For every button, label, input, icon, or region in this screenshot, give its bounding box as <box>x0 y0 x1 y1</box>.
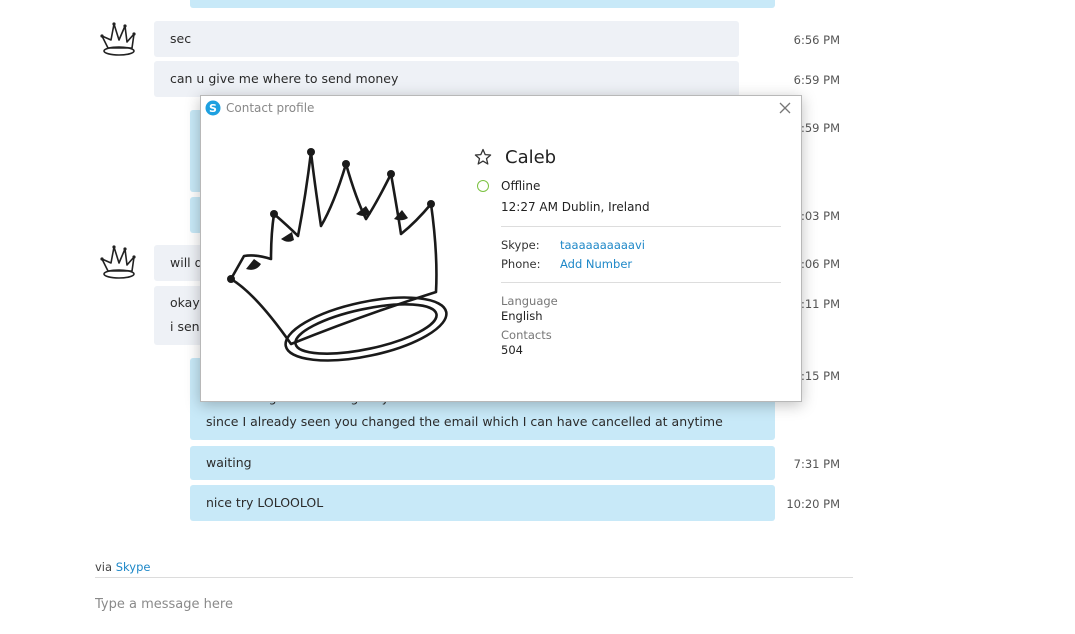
skype-label: Skype: <box>501 238 540 252</box>
divider <box>501 282 781 283</box>
skype-logo-icon: S <box>205 100 221 116</box>
message-text: sec <box>170 31 192 46</box>
crown-avatar-icon <box>100 245 136 279</box>
contact-profile-dialog: S Contact profile Caleb Offline 12:27 AM… <box>200 95 802 402</box>
language-label: Language <box>501 294 558 308</box>
message-text: waiting <box>206 455 252 470</box>
phone-label: Phone: <box>501 257 541 271</box>
status-dot-icon <box>477 180 489 192</box>
message-text: okay <box>170 295 200 310</box>
via-skype-label: via Skype <box>95 560 150 574</box>
outgoing-message: waiting <box>190 446 775 480</box>
skype-link[interactable]: Skype <box>116 560 151 574</box>
message-input[interactable] <box>95 590 795 618</box>
add-number-link[interactable]: Add Number <box>560 257 632 271</box>
message-text: will d <box>170 255 203 270</box>
message-text: nice try LOLOOLOL <box>206 495 324 510</box>
contact-local-time: 12:27 AM Dublin, Ireland <box>501 200 650 214</box>
close-icon[interactable] <box>777 100 793 116</box>
contacts-label: Contacts <box>501 328 552 342</box>
favorite-star-icon[interactable] <box>474 148 492 166</box>
via-prefix: via <box>95 560 113 574</box>
message-time: 10:20 PM <box>786 497 840 511</box>
svg-text:S: S <box>209 102 217 115</box>
message-time: 6:59 PM <box>793 73 840 87</box>
divider <box>501 226 781 227</box>
incoming-message: can u give me where to send money <box>154 61 739 97</box>
language-value: English <box>501 309 543 323</box>
message-time: 7:31 PM <box>793 457 840 471</box>
crown-avatar-icon <box>227 148 448 362</box>
message-text: since I already seen you changed the ema… <box>206 414 723 429</box>
outgoing-message: nice try LOLOOLOL <box>190 485 775 521</box>
skype-id-link[interactable]: taaaaaaaaaavi <box>560 238 645 252</box>
outgoing-message <box>190 0 775 8</box>
dialog-title: Contact profile <box>226 101 315 115</box>
incoming-message: sec <box>154 21 739 57</box>
message-text: can u give me where to send money <box>170 71 399 86</box>
crown-avatar-icon <box>100 22 136 56</box>
contact-name: Caleb <box>505 147 557 168</box>
composer-divider <box>95 577 853 578</box>
contact-status: Offline <box>501 179 541 193</box>
message-time: 6:56 PM <box>793 33 840 47</box>
contacts-count: 504 <box>501 343 523 357</box>
